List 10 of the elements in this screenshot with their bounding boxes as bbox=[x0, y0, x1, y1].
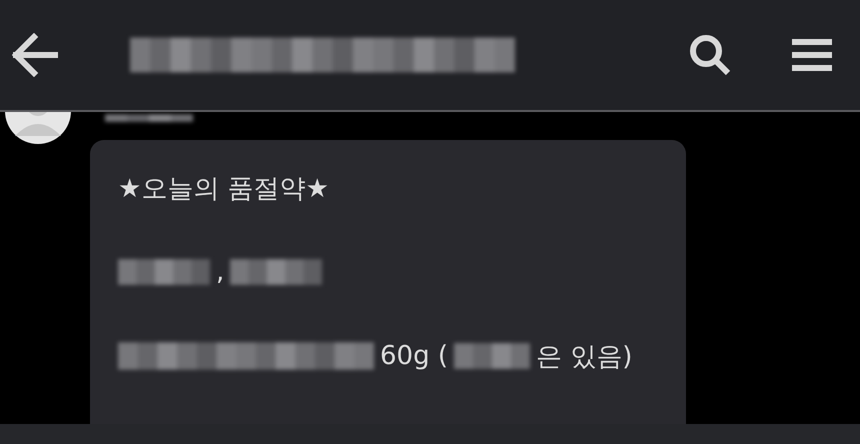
back-button[interactable] bbox=[12, 33, 58, 77]
back-arrow-icon bbox=[12, 33, 58, 77]
message-text: 60g ( bbox=[380, 341, 448, 371]
menu-button[interactable] bbox=[792, 37, 832, 73]
message-text: ★오늘의 품절약★ bbox=[118, 172, 329, 206]
message-text: , bbox=[216, 257, 224, 287]
menu-icon bbox=[792, 37, 832, 73]
message-text: 은 있음) bbox=[536, 340, 632, 374]
search-button[interactable] bbox=[688, 33, 732, 77]
search-icon bbox=[688, 33, 732, 77]
